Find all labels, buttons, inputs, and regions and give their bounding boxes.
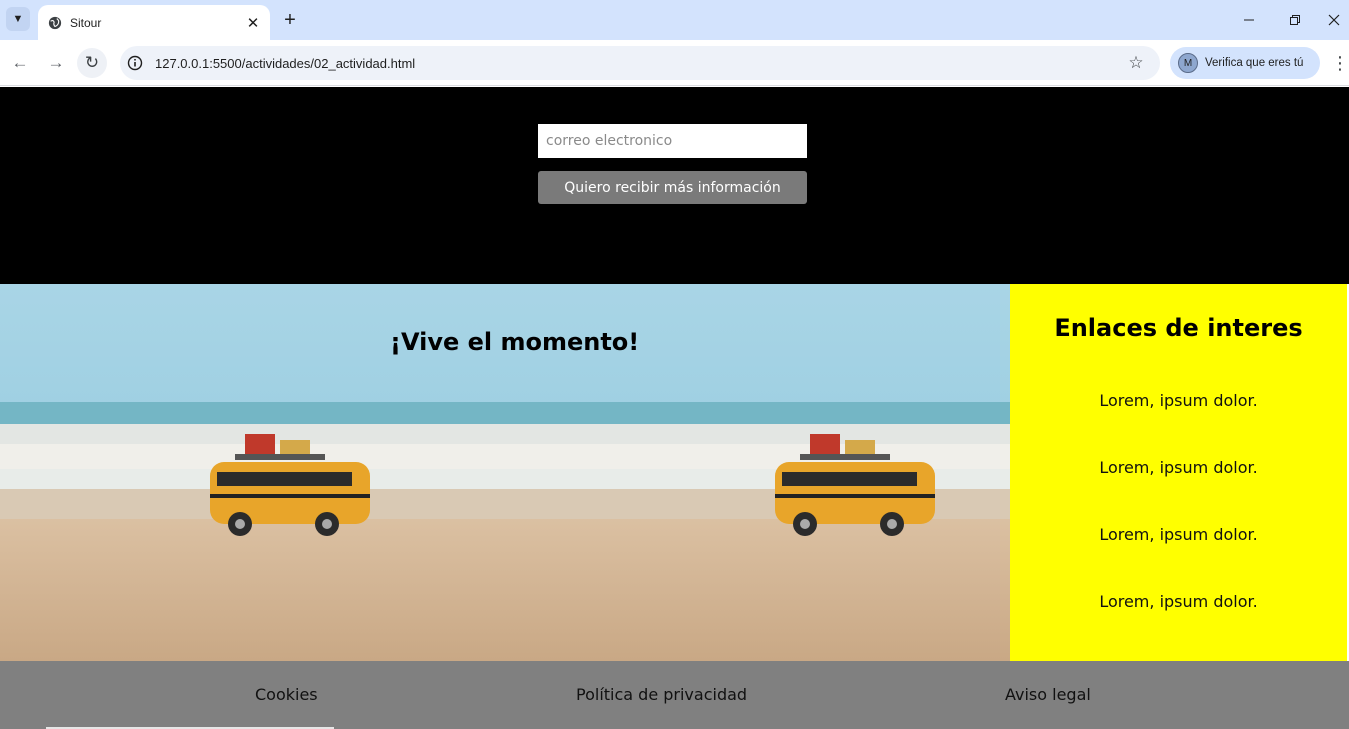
banner-title: ¡Vive el momento!	[390, 328, 640, 356]
globe-icon	[48, 16, 62, 29]
browser-toolbar: ← → ↻ 127.0.0.1:5500/actividades/02_acti…	[0, 40, 1349, 86]
active-tab[interactable]: Sitour ✕	[38, 5, 270, 40]
sidebar-link[interactable]: Lorem, ipsum dolor.	[1010, 592, 1347, 611]
tab-title: Sitour	[70, 15, 102, 30]
sidebar-link[interactable]: Lorem, ipsum dolor.	[1010, 391, 1347, 410]
sidebar-link[interactable]: Lorem, ipsum dolor.	[1010, 458, 1347, 477]
sidebar-title: Enlaces de interes	[1054, 314, 1303, 342]
url-text: 127.0.0.1:5500/actividades/02_actividad.…	[155, 55, 416, 71]
restore-icon[interactable]	[1272, 0, 1318, 40]
links-sidebar: Enlaces de interes Lorem, ipsum dolor. L…	[1010, 284, 1347, 661]
chevron-down-icon: ▼	[12, 13, 24, 25]
tab-search-button[interactable]: ▼	[6, 7, 30, 31]
bookmark-star-icon[interactable]: ☆	[1122, 49, 1150, 77]
profile-button[interactable]: M Verifica que eres tú	[1170, 47, 1320, 79]
avatar: M	[1178, 53, 1198, 73]
banner: ¡Vive el momento!	[0, 284, 1010, 661]
footer-link-legal[interactable]: Aviso legal	[1005, 685, 1091, 704]
minimize-icon[interactable]	[1226, 0, 1272, 40]
email-field[interactable]	[538, 124, 807, 158]
reload-icon[interactable]: ↻	[77, 48, 107, 78]
back-arrow-icon[interactable]: ←	[5, 48, 35, 78]
footer-link-cookies[interactable]: Cookies	[255, 685, 318, 704]
forward-arrow-icon[interactable]: →	[41, 48, 71, 78]
new-tab-icon[interactable]: +	[278, 8, 302, 32]
tab-strip: ▼ Sitour ✕ +	[0, 0, 1349, 40]
signup-header: Quiero recibir más información	[0, 87, 1349, 284]
address-bar[interactable]: 127.0.0.1:5500/actividades/02_actividad.…	[120, 46, 1160, 80]
footer: Cookies Política de privacidad Aviso leg…	[0, 661, 1349, 729]
site-info-icon[interactable]	[124, 52, 146, 74]
more-info-button[interactable]: Quiero recibir más información	[538, 171, 807, 204]
page-content: Quiero recibir más información	[0, 87, 1349, 729]
close-window-icon[interactable]	[1318, 0, 1349, 40]
close-tab-icon[interactable]: ✕	[242, 12, 264, 34]
profile-label: Verifica que eres tú	[1205, 57, 1304, 69]
sidebar-link[interactable]: Lorem, ipsum dolor.	[1010, 525, 1347, 544]
footer-link-privacy[interactable]: Política de privacidad	[576, 685, 747, 704]
more-menu-icon[interactable]: ⋮	[1330, 52, 1349, 74]
